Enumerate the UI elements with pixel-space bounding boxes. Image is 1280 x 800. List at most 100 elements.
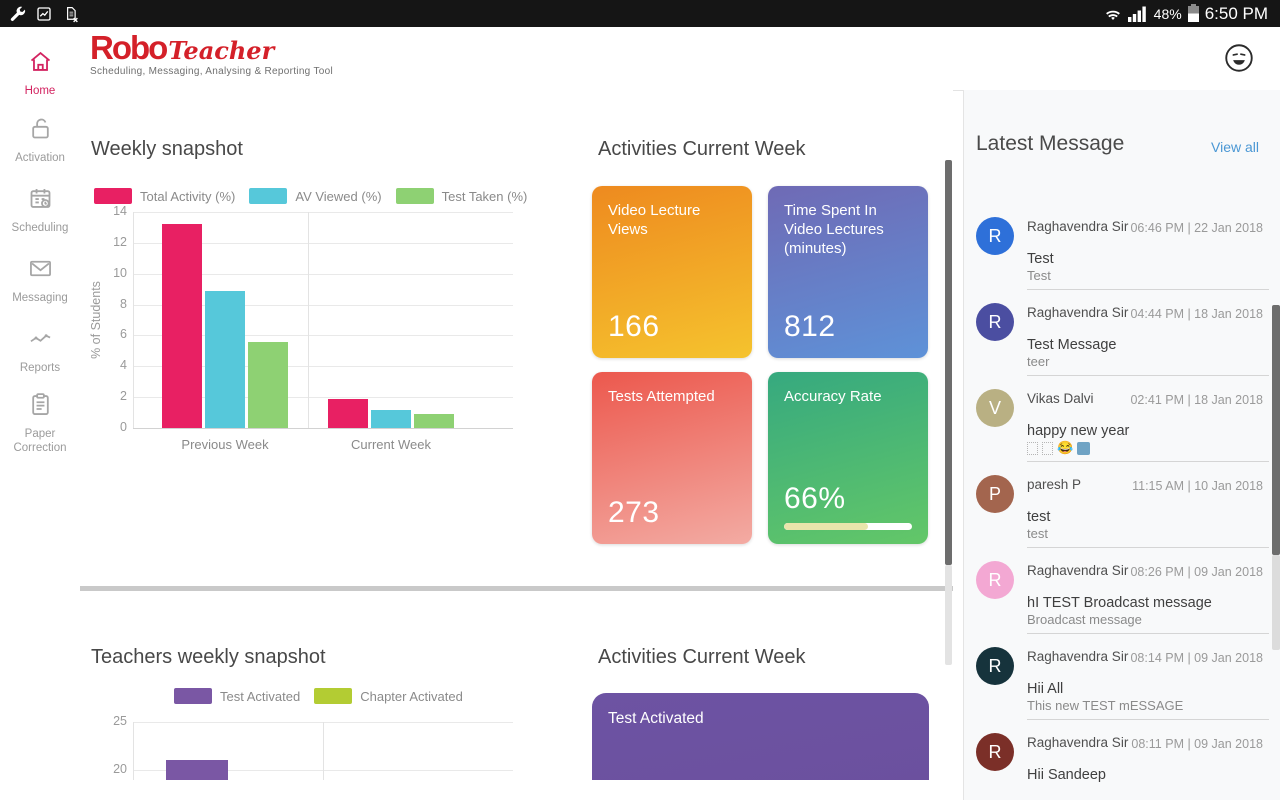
- card-title: Accuracy Rate: [784, 388, 882, 405]
- y-tick-label: 12: [113, 234, 127, 249]
- message-item[interactable]: Pparesh P 11:15 AM | 10 Jan 2018 test test: [964, 473, 1280, 559]
- tests-attempted-card[interactable]: Tests Attempted 273: [592, 372, 752, 544]
- logo-tagline: Scheduling, Messaging, Analysing & Repor…: [90, 66, 333, 77]
- x-axis-label-current-week: Current Week: [351, 437, 431, 452]
- message-title: test: [1027, 509, 1051, 525]
- y-tick-label: 8: [120, 296, 127, 311]
- avatar: R: [976, 733, 1014, 771]
- gridline-vertical: [133, 212, 134, 428]
- sidebar-item-label: Home: [24, 85, 56, 97]
- main-scrollbar-track[interactable]: [945, 565, 952, 665]
- dashboard-main: Weekly snapshot Total Activity (%) AV Vie…: [80, 90, 953, 780]
- message-item[interactable]: R Raghavendra Sir 08:26 PM | 09 Jan 2018 hI…: [964, 559, 1280, 645]
- legend-item-av-viewed: AV Viewed (%): [249, 188, 382, 204]
- latest-message-title: Latest Message: [976, 132, 1125, 155]
- legend-swatch: [174, 688, 212, 704]
- sidebar-nav: Home Activation Scheduling Messaging Reports…: [0, 27, 80, 800]
- main-scrollbar-thumb[interactable]: [945, 160, 952, 565]
- clipboard-icon: [27, 391, 54, 418]
- bar-test-taken-previous-week: [248, 341, 288, 429]
- weekly-chart-legend: Total Activity (%) AV Viewed (%) Test Take…: [94, 188, 541, 204]
- panel-scrollbar-track[interactable]: [1272, 555, 1280, 650]
- robo-teacher-logo[interactable]: RoboTeacher Scheduling, Messaging, Analy…: [90, 31, 333, 77]
- test-activated-card[interactable]: Test Activated: [592, 693, 929, 780]
- bar-av-viewed-current-week: [371, 409, 411, 429]
- logo-text-robo: Robo: [90, 29, 168, 66]
- sidebar-item-scheduling[interactable]: Scheduling: [0, 185, 80, 235]
- message-divider: [1027, 547, 1269, 548]
- sidebar-item-activation[interactable]: Activation: [0, 115, 80, 165]
- sidebar-item-reports[interactable]: Reports: [0, 325, 80, 375]
- activities-current-week-title-2: Activities Current Week: [598, 646, 806, 668]
- message-divider: [1027, 289, 1269, 290]
- sidebar-item-label: Messaging: [12, 292, 68, 304]
- envelope-icon: [27, 255, 54, 282]
- sidebar-item-home[interactable]: Home: [0, 48, 80, 98]
- legend-item-total-activity: Total Activity (%): [94, 188, 235, 204]
- status-left-icons: [0, 5, 80, 23]
- y-tick-label: 0: [120, 420, 127, 435]
- sidebar-item-label: Paper Correction: [13, 428, 67, 455]
- emoji-image-badge: [1077, 442, 1091, 456]
- message-divider: [1027, 719, 1269, 720]
- card-value: 66%: [784, 482, 846, 515]
- teachers-snapshot-title: Teachers weekly snapshot: [91, 646, 326, 668]
- battery-icon: [1187, 3, 1199, 22]
- avatar: R: [976, 217, 1014, 255]
- message-item[interactable]: R Raghavendra Sir 06:46 PM | 22 Jan 2018 Te…: [964, 215, 1280, 301]
- unrenderable-emoji-glyph: [1042, 442, 1053, 456]
- time-spent-card[interactable]: Time Spent In Video Lectures (minutes) 8…: [768, 186, 928, 358]
- wifi-icon: [1104, 5, 1122, 23]
- accuracy-progress-bar: [784, 523, 912, 530]
- bar-total-activity-current-week: [328, 398, 368, 428]
- message-sender-name: Raghavendra Sir: [1027, 219, 1129, 234]
- message-title: happy new year: [1027, 423, 1130, 439]
- legend-label: Test Activated: [220, 688, 301, 704]
- message-sender-name: Raghavendra Sir: [1027, 649, 1129, 664]
- message-item[interactable]: R Raghavendra Sir 08:11 PM | 09 Jan 2018 Hi…: [964, 731, 1280, 800]
- message-item[interactable]: V Vikas Dalvi 02:41 PM | 18 Jan 2018 happy …: [964, 387, 1280, 473]
- message-item[interactable]: R Raghavendra Sir 08:14 PM | 09 Jan 2018 Hi…: [964, 645, 1280, 731]
- message-title: Test: [1027, 251, 1054, 267]
- card-title: Time Spent In Video Lectures (minutes): [784, 202, 884, 257]
- teachers-chart-legend: Test Activated Chapter Activated: [174, 688, 477, 704]
- x-axis-label-previous-week: Previous Week: [181, 437, 269, 452]
- y-tick-label: 2: [120, 389, 127, 404]
- gridline-vertical: [133, 722, 134, 780]
- teachers-snapshot-chart: 20 25: [113, 714, 513, 780]
- message-divider: [1027, 375, 1269, 376]
- legend-item-test-taken: Test Taken (%): [395, 188, 527, 204]
- sidebar-item-label: Reports: [19, 362, 61, 374]
- sidebar-item-messaging[interactable]: Messaging: [0, 255, 80, 305]
- sidebar-item-label: Scheduling: [11, 222, 69, 234]
- activities-current-week-title: Activities Current Week: [598, 138, 806, 160]
- status-time: 6:50 PM: [1204, 3, 1268, 23]
- message-divider: [1027, 633, 1269, 634]
- view-all-link[interactable]: View all: [1211, 139, 1259, 155]
- video-lecture-views-card[interactable]: Video Lecture Views 166: [592, 186, 752, 358]
- message-timestamp: 08:26 PM | 09 Jan 2018: [1130, 565, 1263, 579]
- card-value: 812: [784, 310, 836, 343]
- message-sender-name: Raghavendra Sir: [1027, 305, 1129, 320]
- card-title: Test Activated: [608, 710, 704, 727]
- message-timestamp: 06:46 PM | 22 Jan 2018: [1130, 221, 1263, 235]
- message-sender-name: Raghavendra Sir: [1027, 735, 1129, 750]
- panel-scrollbar-thumb[interactable]: [1272, 305, 1280, 555]
- y-tick-label: 10: [113, 265, 127, 280]
- message-item[interactable]: R Raghavendra Sir 04:44 PM | 18 Jan 2018 Te…: [964, 301, 1280, 387]
- message-sender-name: Raghavendra Sir: [1027, 563, 1129, 578]
- lock-open-icon: [27, 115, 54, 142]
- bar-test-taken-current-week: [414, 414, 454, 428]
- legend-item-test-activated: Test Activated: [174, 688, 300, 704]
- smiley-face-icon[interactable]: [1222, 41, 1256, 75]
- accuracy-rate-card[interactable]: Accuracy Rate 66%: [768, 372, 928, 544]
- message-subtitle: test: [1027, 526, 1048, 541]
- message-title: Hii Sandeep: [1027, 767, 1106, 783]
- avatar: R: [976, 303, 1014, 341]
- gridline-vertical: [323, 722, 324, 780]
- message-sender-name: paresh P: [1027, 477, 1082, 492]
- card-value: 273: [608, 496, 660, 529]
- sidebar-item-paper-correction[interactable]: Paper Correction: [0, 391, 80, 456]
- gridline-vertical: [308, 212, 309, 428]
- legend-item-chapter-activated: Chapter Activated: [314, 688, 463, 704]
